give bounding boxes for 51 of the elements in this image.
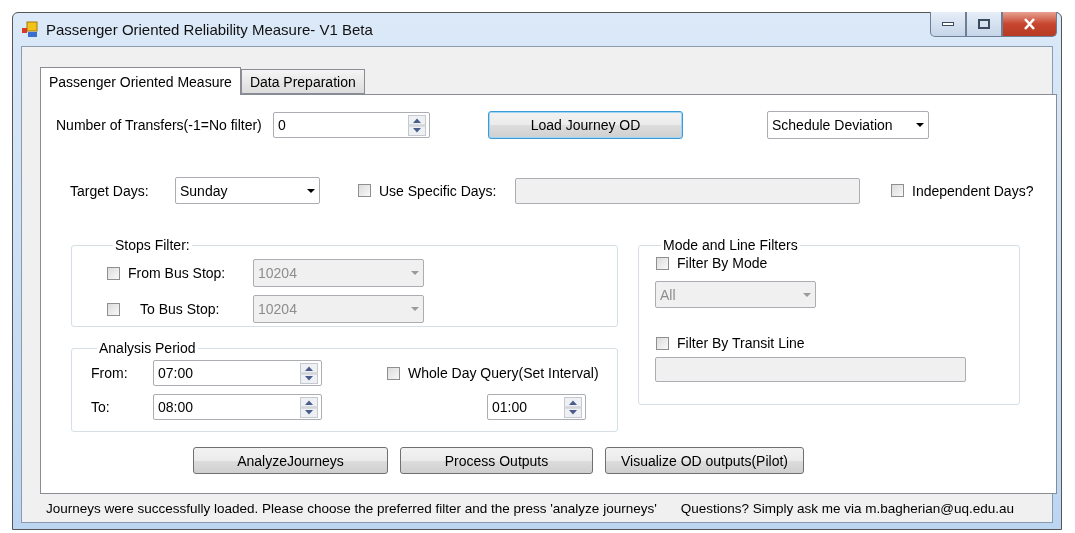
action-button[interactable]: Process Outputs bbox=[400, 447, 593, 474]
checkbox[interactable] bbox=[387, 366, 400, 380]
caret-icon bbox=[915, 122, 925, 128]
spin-arrows-icon[interactable] bbox=[300, 396, 318, 418]
spin-field[interactable]: 01:00 bbox=[487, 394, 586, 420]
window-title: Passenger Oriented Reliability Measure- V1 Beta bbox=[46, 21, 373, 38]
action-button[interactable]: AnalyzeJourneys bbox=[193, 447, 388, 474]
field-label: To: bbox=[91, 399, 111, 415]
spin-field[interactable]: 07:00 bbox=[153, 360, 322, 386]
field-label: Target Days: bbox=[70, 182, 150, 199]
checkbox-label: Whole Day Query(Set Interval) bbox=[408, 365, 599, 381]
checkbox[interactable] bbox=[656, 256, 669, 270]
checkbox[interactable] bbox=[358, 184, 371, 197]
group-title: Analysis Period bbox=[98, 340, 197, 356]
dropdown[interactable]: Sunday bbox=[175, 177, 320, 204]
transit-line-field[interactable] bbox=[655, 357, 966, 382]
action-button[interactable]: Visualize OD outputs(Pilot) bbox=[605, 447, 804, 474]
checkbox-label: Filter By Transit Line bbox=[677, 335, 805, 351]
checkbox[interactable] bbox=[891, 184, 904, 197]
caret-icon bbox=[410, 270, 420, 276]
days-field[interactable] bbox=[515, 177, 860, 204]
tab[interactable]: Passenger Oriented Measure bbox=[40, 67, 241, 95]
caret-icon bbox=[802, 291, 812, 298]
app-icon bbox=[21, 21, 38, 38]
group-title: Mode and Line Filters bbox=[662, 237, 799, 253]
group-title: Stops Filter: bbox=[114, 237, 191, 253]
dropdown[interactable]: Schedule Deviation bbox=[767, 111, 929, 139]
minimize-button[interactable] bbox=[930, 12, 966, 37]
field-label: Number of Transfers(-1=No filter) bbox=[56, 117, 263, 133]
checkbox-label: Independent Days? bbox=[912, 182, 1034, 199]
checkbox[interactable] bbox=[656, 336, 669, 350]
minimize-icon bbox=[942, 21, 954, 27]
load-button[interactable]: Load Journey OD bbox=[488, 111, 683, 139]
spin-field[interactable]: 08:00 bbox=[153, 394, 322, 420]
field-label: From: bbox=[91, 365, 129, 381]
close-icon bbox=[1023, 18, 1036, 30]
caret-icon bbox=[410, 306, 420, 312]
checkbox-label: From Bus Stop: bbox=[128, 265, 227, 281]
maximize-button[interactable] bbox=[966, 12, 1002, 37]
status-message: Journeys were successfully loaded. Please choose the preferred filter and the press 'analyze journeys' bbox=[46, 501, 657, 516]
contact-text: Questions? Simply ask me via m.bagherian@uq.edu.au bbox=[680, 501, 1015, 516]
spin-arrows-icon[interactable] bbox=[408, 114, 426, 136]
checkbox-label: Filter By Mode bbox=[677, 255, 768, 271]
maximize-icon bbox=[978, 19, 990, 29]
tab[interactable]: Data Preparation bbox=[240, 69, 365, 94]
spin-arrows-icon[interactable] bbox=[300, 362, 318, 384]
checkbox-label: Use Specific Days: bbox=[379, 182, 498, 199]
close-button[interactable] bbox=[1002, 12, 1057, 37]
spin-arrows-icon[interactable] bbox=[564, 396, 582, 418]
spin-field[interactable]: 0 bbox=[273, 112, 430, 138]
caret-icon bbox=[306, 187, 316, 194]
